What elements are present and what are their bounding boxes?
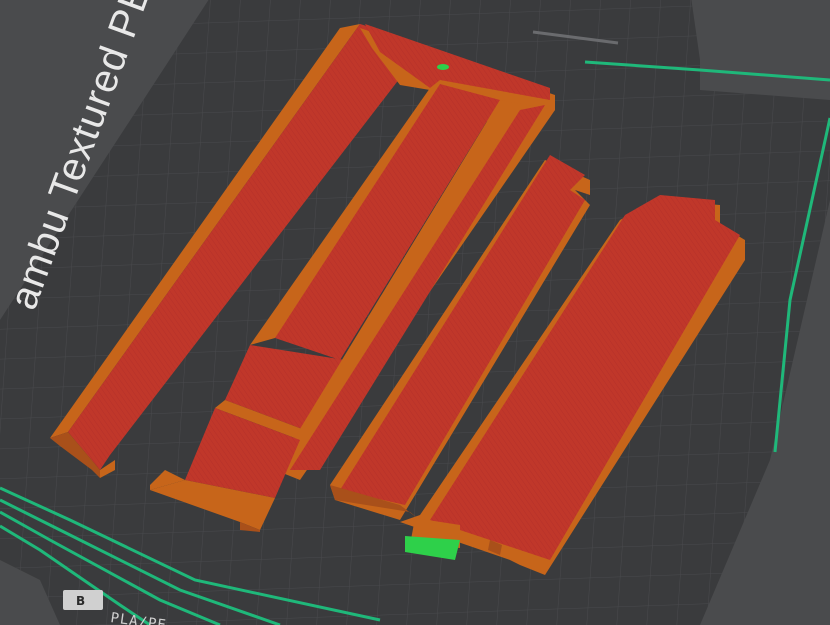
selected-marker-top [437, 64, 449, 70]
badge-logo: B [76, 594, 85, 608]
3d-viewport[interactable]: ambu Textured PEI Plate B PLA/PE [0, 0, 830, 625]
build-plate-scene[interactable]: ambu Textured PEI Plate B PLA/PE [0, 0, 830, 625]
